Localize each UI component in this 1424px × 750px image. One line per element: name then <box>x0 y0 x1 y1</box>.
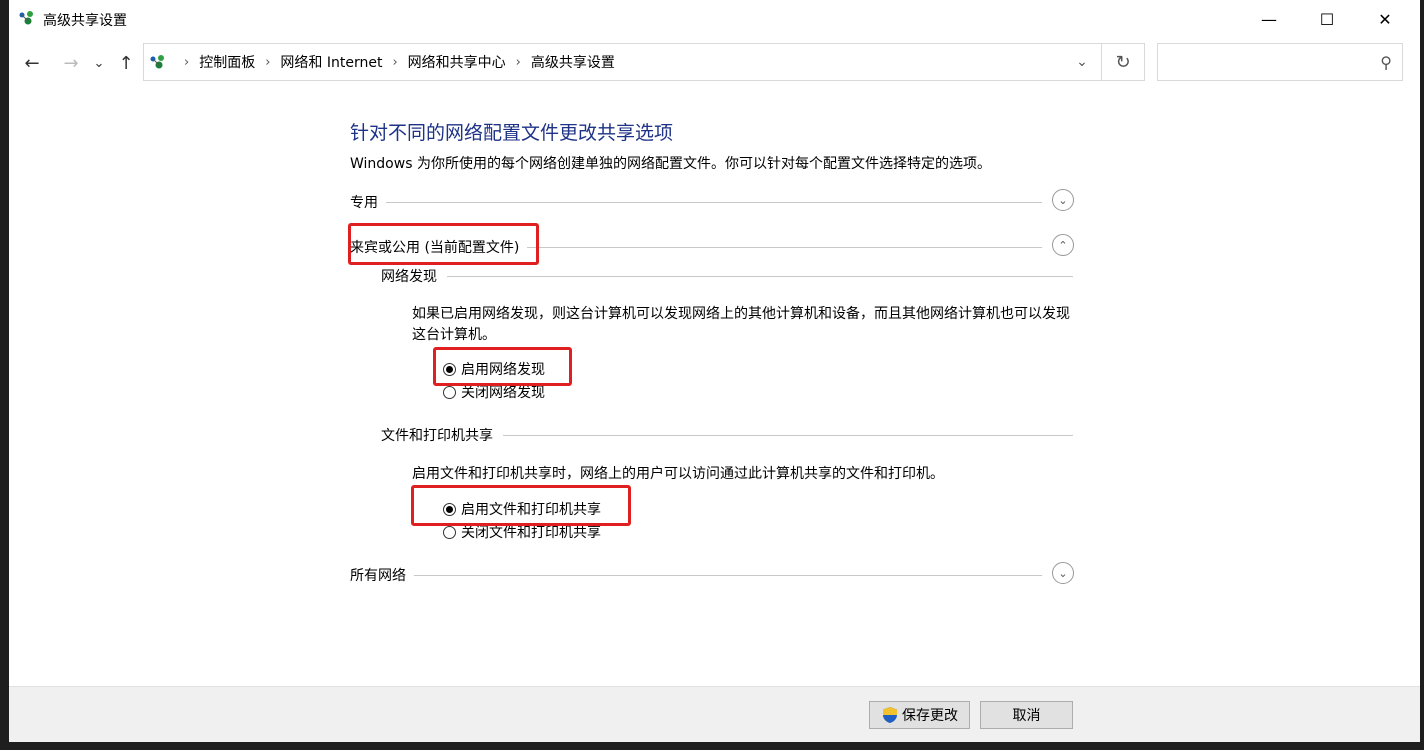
breadcrumb-separator-icon[interactable]: › <box>516 55 521 70</box>
profile-all-networks[interactable]: 所有网络 ⌄ <box>350 561 1074 587</box>
divider <box>381 276 1073 277</box>
maximize-button[interactable]: ☐ <box>1298 0 1356 38</box>
footer-bar: 保存更改 取消 <box>9 686 1420 742</box>
breadcrumb-control-panel[interactable]: 控制面板 <box>199 52 255 72</box>
breadcrumb: › 控制面板 › 网络和 Internet › 网络和共享中心 › 高级共享设置 <box>174 44 615 80</box>
uac-shield-icon <box>883 707 897 723</box>
divider <box>350 575 1042 576</box>
network-discovery-group: 网络发现 <box>381 266 1073 286</box>
highlight-box <box>348 223 539 265</box>
breadcrumb-separator-icon: › <box>184 54 190 70</box>
divider <box>350 202 1042 203</box>
search-input[interactable]: ⚲ <box>1157 43 1403 81</box>
back-arrow-icon[interactable]: ← <box>19 48 45 78</box>
profile-private-label[interactable]: 专用 <box>350 192 386 212</box>
navigation-bar: ← → ⌄ ↑ › 控制面板 › 网络和 Internet › 网络和共享中心 … <box>9 42 1420 84</box>
file-printer-sharing-group: 文件和打印机共享 <box>381 425 1073 445</box>
radio-unchecked-icon[interactable] <box>443 525 456 539</box>
recent-locations-chevron-icon[interactable]: ⌄ <box>91 48 107 78</box>
refresh-icon[interactable]: ↻ <box>1101 44 1144 80</box>
file-printer-sharing-title: 文件和打印机共享 <box>381 425 503 445</box>
minimize-button[interactable]: — <box>1240 0 1298 38</box>
network-icon <box>19 11 33 25</box>
title-bar: 高级共享设置 — ☐ ✕ <box>9 0 1420 38</box>
page-title: 针对不同的网络配置文件更改共享选项 <box>350 122 674 144</box>
network-discovery-description: 如果已启用网络发现，则这台计算机可以发现网络上的其他计算机和设备，而且其他网络计… <box>412 306 1070 343</box>
highlight-box <box>411 485 631 526</box>
breadcrumb-separator-icon[interactable]: › <box>265 55 270 70</box>
expand-chevron-icon[interactable]: ⌄ <box>1052 562 1074 584</box>
network-icon <box>150 55 164 69</box>
expand-chevron-icon[interactable]: ⌄ <box>1052 189 1074 211</box>
close-button[interactable]: ✕ <box>1356 0 1414 38</box>
breadcrumb-separator-icon[interactable]: › <box>392 55 397 70</box>
page-subtitle: Windows 为你所使用的每个网络创建单独的网络配置文件。你可以针对每个配置文… <box>350 156 991 172</box>
search-icon[interactable]: ⚲ <box>1380 53 1392 72</box>
collapse-chevron-icon[interactable]: ⌃ <box>1052 234 1074 256</box>
window-title: 高级共享设置 <box>43 13 127 29</box>
highlight-box <box>433 347 572 386</box>
cancel-button[interactable]: 取消 <box>980 701 1073 729</box>
network-discovery-title: 网络发现 <box>381 266 447 286</box>
up-arrow-icon[interactable]: ↑ <box>113 48 139 78</box>
breadcrumb-advanced-sharing[interactable]: 高级共享设置 <box>531 52 615 72</box>
file-printer-sharing-description: 启用文件和打印机共享时，网络上的用户可以访问通过此计算机共享的文件和打印机。 <box>412 466 944 482</box>
forward-arrow-icon[interactable]: → <box>58 48 84 78</box>
breadcrumb-network-internet[interactable]: 网络和 Internet <box>280 52 382 72</box>
profile-private[interactable]: 专用 ⌄ <box>350 188 1074 214</box>
advanced-sharing-window: 高级共享设置 — ☐ ✕ ← → ⌄ ↑ › 控制面板 › 网络和 Intern… <box>9 0 1420 742</box>
main-content: 针对不同的网络配置文件更改共享选项 Windows 为你所使用的每个网络创建单独… <box>9 84 1420 686</box>
profile-all-networks-label[interactable]: 所有网络 <box>350 565 414 585</box>
save-changes-label[interactable]: 保存更改 <box>902 705 958 725</box>
save-changes-button[interactable]: 保存更改 <box>869 701 970 729</box>
address-dropdown-icon[interactable]: ⌄ <box>1064 44 1100 80</box>
breadcrumb-network-sharing-center[interactable]: 网络和共享中心 <box>408 52 506 72</box>
address-bar[interactable]: › 控制面板 › 网络和 Internet › 网络和共享中心 › 高级共享设置… <box>143 43 1145 81</box>
radio-unchecked-icon[interactable] <box>443 385 456 399</box>
